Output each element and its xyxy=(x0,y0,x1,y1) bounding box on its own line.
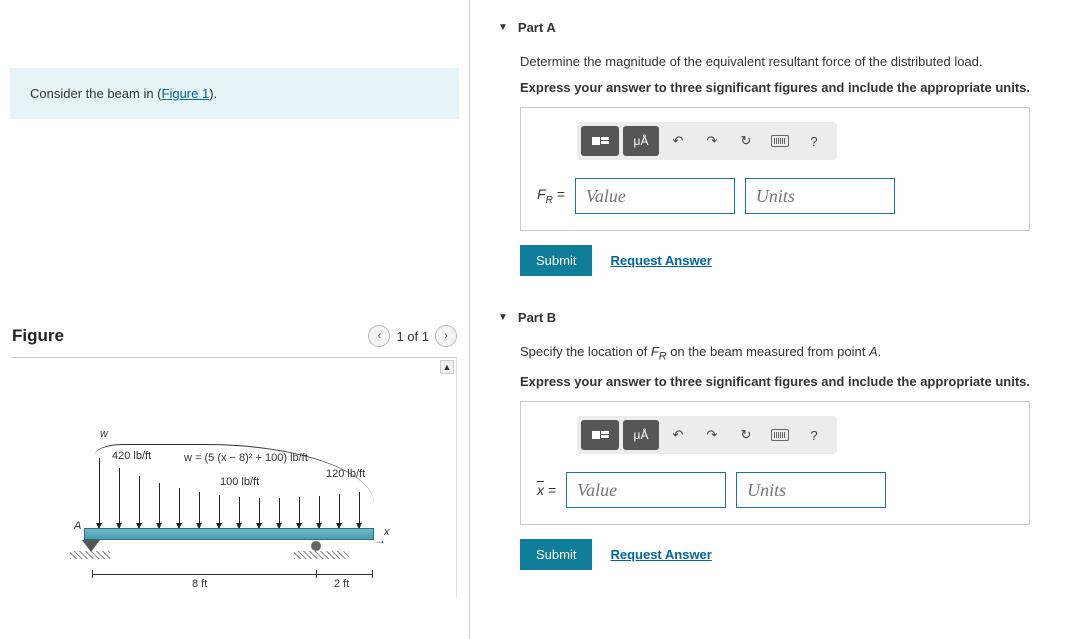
keyboard-icon xyxy=(771,135,789,147)
part-b: ▼ Part B Specify the location of FR on t… xyxy=(480,304,1049,570)
load-curve xyxy=(94,444,374,504)
part-a-header[interactable]: ▼ Part A xyxy=(480,14,1049,49)
part-a-submit-button[interactable]: Submit xyxy=(520,245,592,276)
ground-hatch xyxy=(294,551,349,559)
part-a: ▼ Part A Determine the magnitude of the … xyxy=(480,14,1049,276)
keyboard-button[interactable] xyxy=(765,126,795,156)
load-arrow xyxy=(239,497,240,528)
part-a-actions: Submit Request Answer xyxy=(520,245,1049,276)
ground-hatch xyxy=(70,551,110,559)
part-a-instr1: Determine the magnitude of the equivalen… xyxy=(520,53,1049,71)
redo-icon: ↷ xyxy=(707,427,718,443)
part-b-answer-row: x = xyxy=(537,472,1013,508)
load-arrow xyxy=(339,494,340,528)
part-a-var-label: FR = xyxy=(537,186,565,206)
help-button[interactable]: ? xyxy=(799,126,829,156)
part-b-value-input[interactable] xyxy=(566,472,726,508)
load-arrow xyxy=(319,496,320,528)
part-b-actions: Submit Request Answer xyxy=(520,539,1049,570)
undo-icon: ↶ xyxy=(673,427,684,443)
dim-label-right: 2 ft xyxy=(334,578,349,590)
reset-button[interactable]: ↻ xyxy=(731,420,761,450)
part-b-instr1: Specify the location of FR on the beam m… xyxy=(520,343,1049,365)
caret-down-icon: ▼ xyxy=(498,22,508,33)
figure-body: ▲ w 420 lb/ft w = (5 (x − 8)² + 100) lb/… xyxy=(12,358,457,598)
dim-line-right xyxy=(316,574,372,575)
dim-line-left xyxy=(92,574,316,575)
right-pane: ▼ Part A Determine the magnitude of the … xyxy=(470,0,1069,639)
special-chars-button[interactable]: μÅ xyxy=(623,420,659,450)
prompt-text: Consider the beam in ( xyxy=(30,86,162,101)
part-a-toolbar: μÅ ↶ ↷ ↻ ? xyxy=(577,122,837,160)
figure-nav-text: 1 of 1 xyxy=(396,329,429,344)
undo-icon: ↶ xyxy=(673,133,684,149)
figure-nav: ‹ 1 of 1 › xyxy=(368,325,457,347)
part-b-request-answer-link[interactable]: Request Answer xyxy=(610,547,711,562)
part-a-request-answer-link[interactable]: Request Answer xyxy=(610,253,711,268)
part-a-answer-box: μÅ ↶ ↷ ↻ ? FR = xyxy=(520,107,1030,231)
left-pane: Consider the beam in (Figure 1). Figure … xyxy=(0,0,470,639)
part-b-submit-button[interactable]: Submit xyxy=(520,539,592,570)
figure-header: Figure ‹ 1 of 1 › xyxy=(12,319,457,358)
undo-button[interactable]: ↶ xyxy=(663,420,693,450)
templates-icon xyxy=(592,431,609,439)
special-chars-button[interactable]: μÅ xyxy=(623,126,659,156)
reset-icon: ↻ xyxy=(741,427,752,443)
load-arrow xyxy=(139,476,140,528)
dim-label-left: 8 ft xyxy=(192,578,207,590)
redo-button[interactable]: ↷ xyxy=(697,420,727,450)
keyboard-icon xyxy=(771,429,789,441)
part-b-header[interactable]: ▼ Part B xyxy=(480,304,1049,339)
part-b-units-input[interactable] xyxy=(736,472,886,508)
part-b-toolbar: μÅ ↶ ↷ ↻ ? xyxy=(577,416,837,454)
part-a-instr2: Express your answer to three significant… xyxy=(520,79,1049,97)
label-w: w xyxy=(100,428,108,440)
load-arrow xyxy=(119,468,120,528)
figure-prev-button[interactable]: ‹ xyxy=(368,325,390,347)
load-arrow xyxy=(279,498,280,528)
figure-next-button[interactable]: › xyxy=(435,325,457,347)
load-arrow xyxy=(299,497,300,528)
load-arrow xyxy=(179,488,180,528)
problem-prompt: Consider the beam in (Figure 1). xyxy=(10,68,459,119)
beam-body xyxy=(84,528,374,540)
beam-diagram: w 420 lb/ft w = (5 (x − 8)² + 100) lb/ft… xyxy=(64,398,404,598)
load-arrow xyxy=(219,495,220,528)
roller-support xyxy=(311,541,321,551)
reset-icon: ↻ xyxy=(741,133,752,149)
load-arrow xyxy=(359,492,360,528)
figure-link[interactable]: Figure 1 xyxy=(162,86,210,101)
part-b-instr2: Express your answer to three significant… xyxy=(520,373,1049,391)
part-a-value-input[interactable] xyxy=(575,178,735,214)
reset-button[interactable]: ↻ xyxy=(731,126,761,156)
load-arrow xyxy=(259,498,260,528)
figure-section: Figure ‹ 1 of 1 › ▲ w 420 lb/ft w = (5 (… xyxy=(0,319,469,598)
part-a-units-input[interactable] xyxy=(745,178,895,214)
templates-button[interactable] xyxy=(581,420,619,450)
part-a-answer-row: FR = xyxy=(537,178,1013,214)
keyboard-button[interactable] xyxy=(765,420,795,450)
part-b-answer-box: μÅ ↶ ↷ ↻ ? x = xyxy=(520,401,1030,525)
load-arrow xyxy=(99,458,100,528)
templates-icon xyxy=(592,137,609,145)
x-arrow-icon: → xyxy=(374,533,386,547)
label-A: A xyxy=(74,520,81,532)
redo-icon: ↷ xyxy=(707,133,718,149)
load-arrow xyxy=(159,483,160,528)
prompt-suffix: ). xyxy=(209,86,217,101)
part-a-title: Part A xyxy=(518,20,556,35)
templates-button[interactable] xyxy=(581,126,619,156)
caret-down-icon: ▼ xyxy=(498,312,508,323)
part-b-var-label: x = xyxy=(537,482,556,498)
dim-tick xyxy=(372,570,373,578)
scroll-up-icon[interactable]: ▲ xyxy=(440,360,454,374)
part-b-title: Part B xyxy=(518,310,556,325)
undo-button[interactable]: ↶ xyxy=(663,126,693,156)
figure-title: Figure xyxy=(12,326,64,346)
load-arrow xyxy=(199,492,200,528)
redo-button[interactable]: ↷ xyxy=(697,126,727,156)
help-button[interactable]: ? xyxy=(799,420,829,450)
